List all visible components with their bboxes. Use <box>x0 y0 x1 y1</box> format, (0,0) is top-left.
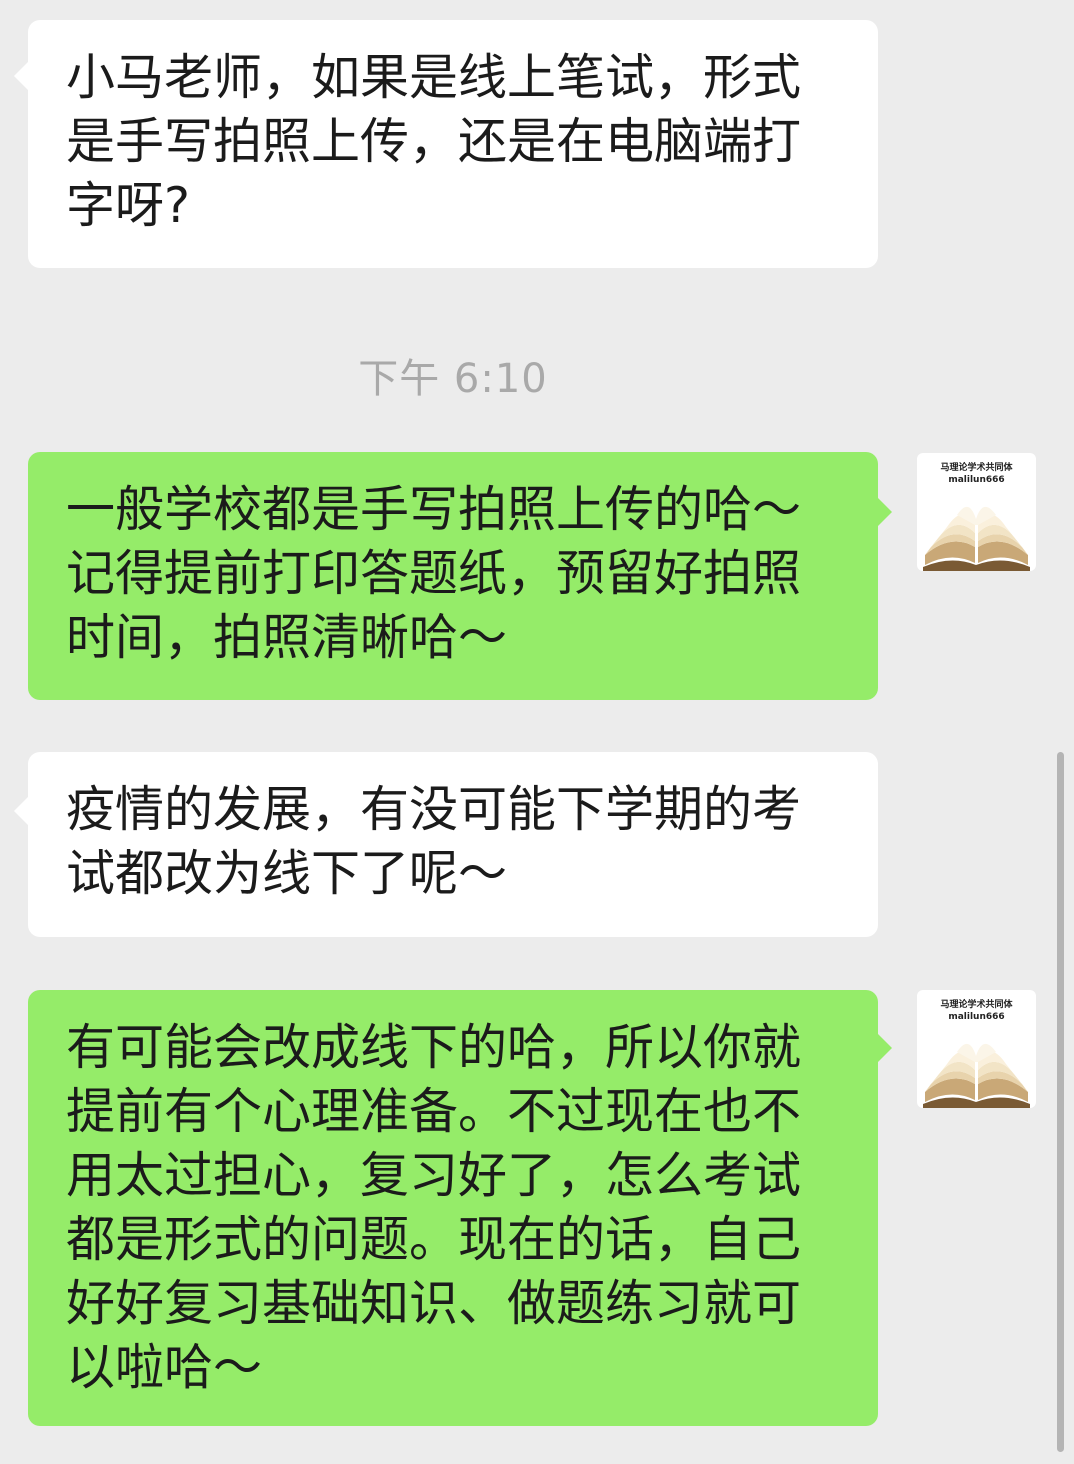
incoming-bubble-tail <box>14 62 28 90</box>
scrollbar[interactable] <box>1057 752 1064 1452</box>
message-incoming-2[interactable]: 疫情的发展，有没可能下学期的考试都改为线下了呢～ <box>28 752 878 937</box>
avatar[interactable]: 马理论学术共同体 malilun666 <box>917 990 1036 1108</box>
avatar-subtitle: malilun666 <box>948 475 1005 485</box>
message-text: 小马老师，如果是线上笔试，形式是手写拍照上传，还是在电脑端打字呀? <box>66 49 802 234</box>
incoming-bubble-tail <box>14 797 28 825</box>
message-text: 疫情的发展，有没可能下学期的考试都改为线下了呢～ <box>66 781 802 902</box>
message-outgoing-1[interactable]: 一般学校都是手写拍照上传的哈～记得提前打印答题纸，预留好拍照时间，拍照清晰哈～ <box>28 452 878 700</box>
message-outgoing-2[interactable]: 有可能会改成线下的哈，所以你就提前有个心理准备。不过现在也不用太过担心，复习好了… <box>28 990 878 1426</box>
avatar-subtitle: malilun666 <box>948 1012 1005 1022</box>
outgoing-bubble-tail <box>878 1034 892 1062</box>
message-incoming-1[interactable]: 小马老师，如果是线上笔试，形式是手写拍照上传，还是在电脑端打字呀? <box>28 20 878 268</box>
outgoing-bubble-tail <box>878 498 892 526</box>
message-text: 有可能会改成线下的哈，所以你就提前有个心理准备。不过现在也不用太过担心，复习好了… <box>66 1019 802 1396</box>
open-book-icon <box>923 1043 1030 1108</box>
avatar[interactable]: 马理论学术共同体 malilun666 <box>917 453 1036 571</box>
message-timestamp: 下午 6:10 <box>358 356 548 402</box>
avatar-title: 马理论学术共同体 <box>940 1000 1013 1010</box>
open-book-icon <box>923 506 1030 571</box>
avatar-title: 马理论学术共同体 <box>940 463 1013 473</box>
message-text: 一般学校都是手写拍照上传的哈～记得提前打印答题纸，预留好拍照时间，拍照清晰哈～ <box>66 481 802 666</box>
